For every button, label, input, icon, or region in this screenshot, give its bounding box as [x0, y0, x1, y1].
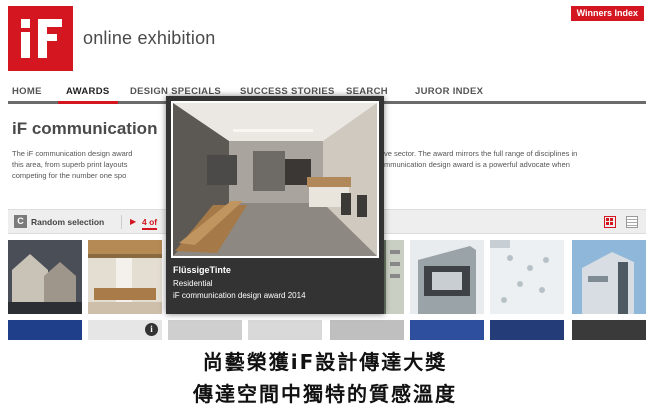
thumbnail-tile[interactable]: [248, 320, 322, 340]
caption-line-2: 傳達空間中獨特的質感溫度: [193, 382, 457, 406]
section-description-continued: ve sector. The award mirrors the full ra…: [384, 148, 646, 170]
caption-line-1: 尚藝榮獲iF設計傳達大獎: [202, 350, 448, 374]
description-line: mmunication design award is a powerful a…: [384, 160, 570, 169]
thumbnail-tile[interactable]: [8, 320, 82, 340]
thumbnail-row: i: [8, 320, 646, 340]
section-description: The iF communication design award this a…: [12, 148, 164, 181]
project-image: [171, 101, 379, 258]
thumbnail-tile[interactable]: [8, 240, 82, 314]
grid-view-icon[interactable]: [604, 216, 616, 228]
play-icon[interactable]: ▶: [130, 217, 136, 226]
thumbnail-image: [8, 240, 82, 314]
description-line: competing for the number one spo: [12, 171, 127, 180]
project-category: Residential: [173, 279, 213, 288]
list-view-icon[interactable]: [626, 216, 638, 228]
thumbnail-tile[interactable]: [410, 240, 484, 314]
thumbnail-tile[interactable]: [88, 240, 162, 314]
refresh-icon[interactable]: C: [14, 215, 27, 228]
winners-index-button[interactable]: Winners Index: [570, 6, 644, 21]
project-interior-photo: [173, 103, 377, 256]
site-title: online exhibition: [83, 28, 216, 48]
thumbnail-image: [572, 240, 646, 314]
logo-mark: [38, 19, 62, 27]
thumbnail-image: [88, 240, 162, 314]
thumbnail-image: [490, 240, 564, 314]
thumbnail-tile[interactable]: [330, 320, 404, 340]
logo-mark: [21, 19, 30, 28]
thumbnail-tile[interactable]: [572, 240, 646, 314]
if-logo[interactable]: [8, 6, 73, 71]
thumbnail-tile[interactable]: i: [88, 320, 162, 340]
logo-mark: [38, 34, 57, 41]
nav-awards[interactable]: AWARDS: [58, 86, 117, 104]
thumbnail-tile[interactable]: [168, 320, 242, 340]
project-title: FlüssigeTinte: [173, 265, 231, 275]
section-title: iF communication: [12, 119, 158, 138]
toolbar-divider: [121, 215, 122, 229]
nav-juror-index[interactable]: JUROR INDEX: [415, 86, 483, 97]
nav-home[interactable]: HOME: [12, 86, 42, 97]
project-award: iF communication design award 2014: [173, 291, 306, 300]
description-line: this area, from superb print layouts: [12, 160, 128, 169]
thumbnail-tile[interactable]: [410, 320, 484, 340]
thumbnail-tile[interactable]: [572, 320, 646, 340]
logo-mark: [21, 32, 30, 58]
random-selection-button[interactable]: Random selection: [31, 217, 104, 227]
thumbnail-tile[interactable]: [490, 240, 564, 314]
description-line: ve sector. The award mirrors the full ra…: [384, 149, 578, 158]
page-indicator[interactable]: 4 of: [142, 217, 158, 230]
thumbnail-image: [410, 240, 484, 314]
thumbnail-tile[interactable]: [490, 320, 564, 340]
info-icon[interactable]: i: [145, 323, 158, 336]
project-preview-popup[interactable]: FlüssigeTinte Residential iF communicati…: [166, 96, 384, 314]
description-line: The iF communication design award: [12, 149, 133, 158]
